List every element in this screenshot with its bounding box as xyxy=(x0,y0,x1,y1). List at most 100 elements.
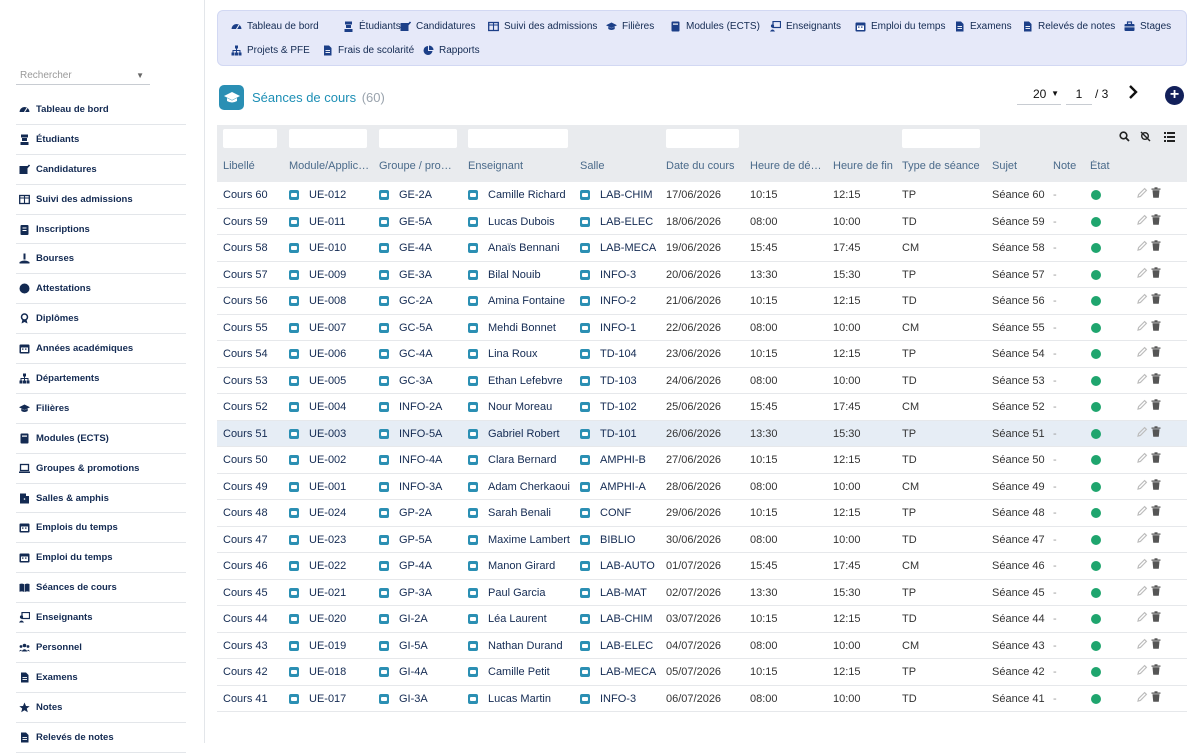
edit-icon[interactable] xyxy=(1137,638,1148,652)
sidebar-item-examens[interactable]: Examens xyxy=(16,663,186,693)
table-row[interactable]: Cours 56 UE-008 GC-2A Amina Fontaine INFO-2 2… xyxy=(217,288,1187,315)
table-row[interactable]: Cours 45 UE-021 GP-3A Paul Garcia LAB-MAT 02/… xyxy=(217,580,1187,606)
delete-icon[interactable] xyxy=(1151,664,1161,678)
sidebar-item-salles-amphis[interactable]: Salles & amphis xyxy=(16,484,186,514)
filter-input-type[interactable] xyxy=(902,129,980,148)
nav-item-projets-pfe[interactable]: Projets & PFE xyxy=(231,45,310,56)
edit-icon[interactable] xyxy=(1137,214,1148,228)
filter-input-enseignant[interactable] xyxy=(468,129,568,148)
nav-item-frais-de-scolarite[interactable]: Frais de scolarité xyxy=(322,45,414,56)
table-row[interactable]: Cours 48 UE-024 GP-2A Sarah Benali CONF 29/06… xyxy=(217,500,1187,527)
edit-icon[interactable] xyxy=(1137,320,1148,334)
sidebar-item-filieres[interactable]: Filières xyxy=(16,394,186,424)
table-row[interactable]: Cours 59 UE-011 GE-5A Lucas Dubois LAB-ELEC 1… xyxy=(217,209,1187,235)
sidebar-item-diplomes[interactable]: Diplômes xyxy=(16,304,186,335)
cell-libelle[interactable]: Cours 56 xyxy=(223,295,268,307)
column-header-salle[interactable]: Salle xyxy=(580,160,604,172)
sidebar-item-enseignants[interactable]: Enseignants xyxy=(16,603,186,634)
cell-libelle[interactable]: Cours 48 xyxy=(223,507,268,519)
edit-icon[interactable] xyxy=(1137,532,1148,546)
edit-icon[interactable] xyxy=(1137,240,1148,254)
cell-libelle[interactable]: Cours 45 xyxy=(223,587,268,599)
sidebar-item-personnel[interactable]: Personnel xyxy=(16,633,186,663)
edit-icon[interactable] xyxy=(1137,187,1148,201)
cell-libelle[interactable]: Cours 55 xyxy=(223,322,268,334)
delete-icon[interactable] xyxy=(1151,240,1161,254)
nav-item-modules-ects[interactable]: Modules (ECTS) xyxy=(670,21,760,32)
nav-item-enseignants[interactable]: Enseignants xyxy=(770,21,841,32)
table-row[interactable]: Cours 43 UE-019 GI-5A Nathan Durand LAB-ELEC… xyxy=(217,633,1187,659)
sidebar-item-bourses[interactable]: Bourses xyxy=(16,244,186,275)
sidebar-item-groupes-promotions[interactable]: Groupes & promotions xyxy=(16,454,186,484)
nav-item-examens[interactable]: Examens xyxy=(954,21,1012,32)
nav-item-emploi-du-temps[interactable]: Emploi du temps xyxy=(855,21,945,32)
column-header-sujet[interactable]: Sujet xyxy=(992,160,1017,172)
table-row[interactable]: Cours 54 UE-006 GC-4A Lina Roux TD-104 23/06/… xyxy=(217,341,1187,368)
delete-icon[interactable] xyxy=(1151,399,1161,413)
table-row[interactable]: Cours 46 UE-022 GP-4A Manon Girard LAB-AUTO 0… xyxy=(217,553,1187,580)
edit-icon[interactable] xyxy=(1137,479,1148,493)
cell-libelle[interactable]: Cours 59 xyxy=(223,216,268,228)
filter-input-libelle[interactable] xyxy=(223,129,277,148)
filter-input-groupe[interactable] xyxy=(379,129,457,148)
sidebar-item-seances-de-cours[interactable]: Séances de cours xyxy=(16,573,186,604)
edit-icon[interactable] xyxy=(1137,426,1148,440)
cell-libelle[interactable]: Cours 47 xyxy=(223,534,268,546)
cell-libelle[interactable]: Cours 51 xyxy=(223,428,268,440)
delete-icon[interactable] xyxy=(1151,266,1161,281)
delete-icon[interactable] xyxy=(1151,505,1161,519)
edit-icon[interactable] xyxy=(1137,373,1148,387)
edit-icon[interactable] xyxy=(1137,399,1148,413)
edit-icon[interactable] xyxy=(1137,505,1148,519)
column-header-heure-de-fin[interactable]: Heure de fin xyxy=(833,160,893,172)
table-row[interactable]: Cours 50 UE-002 INFO-4A Clara Bernard AMPHI-… xyxy=(217,447,1187,474)
sidebar-item-attestations[interactable]: Attestations xyxy=(16,274,186,305)
edit-icon[interactable] xyxy=(1137,611,1148,625)
sidebar-item-candidatures[interactable]: Candidatures xyxy=(16,155,186,185)
add-record-button[interactable]: + xyxy=(1165,86,1184,105)
list-icon[interactable] xyxy=(1164,131,1175,145)
nav-item-rapports[interactable]: Rapports xyxy=(423,45,480,56)
edit-icon[interactable] xyxy=(1137,664,1148,678)
delete-icon[interactable] xyxy=(1151,319,1161,334)
delete-icon[interactable] xyxy=(1151,293,1161,307)
cell-libelle[interactable]: Cours 58 xyxy=(223,242,268,254)
cell-libelle[interactable]: Cours 53 xyxy=(223,375,268,387)
column-header-enseignant[interactable]: Enseignant xyxy=(468,160,523,172)
edit-icon[interactable] xyxy=(1137,452,1148,466)
filter-input-date[interactable] xyxy=(666,129,739,148)
delete-icon[interactable] xyxy=(1151,346,1161,360)
sidebar-item-notes[interactable]: Notes xyxy=(16,693,186,723)
sidebar-item-tableau-de-bord[interactable]: Tableau de bord xyxy=(16,95,186,125)
nav-item-suivi-des-admissions[interactable]: Suivi des admissions xyxy=(488,21,597,32)
nav-item-stages[interactable]: Stages xyxy=(1124,21,1171,32)
delete-icon[interactable] xyxy=(1151,611,1161,625)
delete-icon[interactable] xyxy=(1151,425,1161,440)
nav-item-releves-de-notes[interactable]: Relevés de notes xyxy=(1022,21,1115,32)
page-number-input[interactable]: 1 xyxy=(1066,85,1092,105)
column-header-note[interactable]: Note xyxy=(1053,160,1076,172)
cell-libelle[interactable]: Cours 54 xyxy=(223,348,268,360)
sidebar-item-inscriptions[interactable]: Inscriptions xyxy=(16,215,186,245)
search-icon[interactable] xyxy=(1119,131,1130,145)
table-row[interactable]: Cours 47 UE-023 GP-5A Maxime Lambert BIBLIO 3… xyxy=(217,527,1187,553)
sidebar-item-emplois-du-temps[interactable]: Emplois du temps xyxy=(16,513,186,544)
column-header-groupe-pro[interactable]: Groupe / pro… xyxy=(379,160,452,172)
edit-icon[interactable] xyxy=(1137,558,1148,572)
column-header-heure-de-de[interactable]: Heure de dé… xyxy=(750,160,822,172)
table-row[interactable]: Cours 52 UE-004 INFO-2A Nour Moreau TD-102 25… xyxy=(217,394,1187,421)
filter-input-module[interactable] xyxy=(289,129,367,148)
column-header-etat[interactable]: État xyxy=(1090,160,1110,172)
sidebar-item-etudiants[interactable]: Étudiants xyxy=(16,125,186,155)
column-header-module-applic[interactable]: Module/Applic… xyxy=(289,160,369,172)
sidebar-item-modules-ects[interactable]: Modules (ECTS) xyxy=(16,424,186,454)
table-row[interactable]: Cours 42 UE-018 GI-4A Camille Petit LAB-MECA… xyxy=(217,659,1187,686)
table-row[interactable]: Cours 57 UE-009 GE-3A Bilal Nouib INFO-3 20/0… xyxy=(217,262,1187,288)
next-page-button[interactable] xyxy=(1127,84,1143,104)
chevron-down-icon[interactable]: ▼ xyxy=(136,71,144,80)
cell-libelle[interactable]: Cours 60 xyxy=(223,189,268,201)
table-row[interactable]: Cours 41 UE-017 GI-3A Lucas Martin INFO-3 06/… xyxy=(217,686,1187,712)
table-row[interactable]: Cours 51 UE-003 INFO-5A Gabriel Robert TD-10… xyxy=(217,420,1187,447)
table-row[interactable]: Cours 55 UE-007 GC-5A Mehdi Bonnet INFO-1 22/… xyxy=(217,315,1187,341)
cell-libelle[interactable]: Cours 57 xyxy=(223,269,268,281)
